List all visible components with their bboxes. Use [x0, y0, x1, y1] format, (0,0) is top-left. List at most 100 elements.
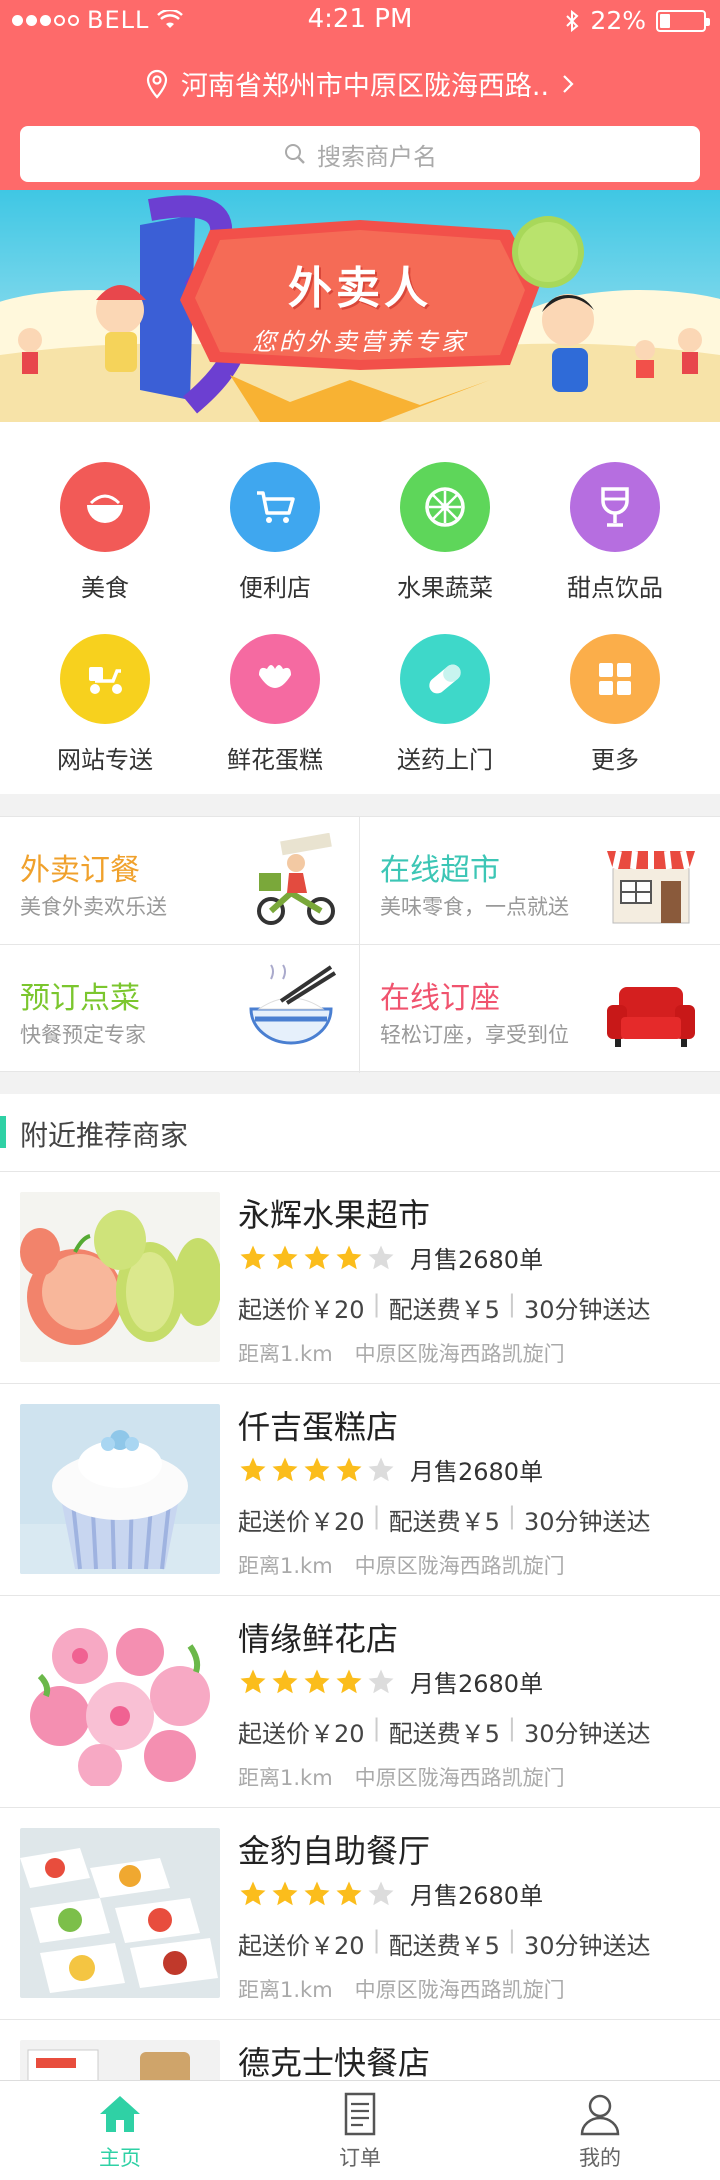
- delivery-time: 30分钟送达: [524, 1932, 651, 1960]
- delivery-time: 30分钟送达: [524, 1296, 651, 1324]
- star-empty-icon: [368, 1245, 394, 1269]
- delivery-fee: 配送费￥5: [388, 1720, 500, 1748]
- battery-level: [660, 13, 671, 28]
- rice-bowl-icon: [249, 964, 337, 1045]
- service-desc: 美味零食，一点就送: [380, 895, 569, 919]
- star-filled-icon: [272, 1457, 298, 1481]
- star-filled-icon: [304, 1669, 330, 1693]
- tab-orders[interactable]: 订单: [240, 2081, 480, 2180]
- delivery-rider-icon: [257, 833, 335, 925]
- category-site-delivery[interactable]: 网站专送: [15, 634, 195, 775]
- shop-name: 德克士快餐店: [238, 2044, 431, 2082]
- star-empty-icon: [368, 1669, 394, 1693]
- fruit-photo: [20, 1192, 220, 1362]
- nearby-section-header: 附近推荐商家: [0, 1094, 720, 1172]
- address: 中原区陇海西路凯旋门: [354, 1554, 565, 1578]
- star-filled-icon: [336, 1669, 362, 1693]
- service-desc: 轻松订座，享受到位: [380, 1023, 569, 1047]
- address: 中原区陇海西路凯旋门: [354, 1766, 565, 1790]
- category-label: 更多: [591, 746, 639, 774]
- delivery-fee: 配送费￥5: [388, 1296, 500, 1324]
- shop-meta: 起送价￥20 | 配送费￥5 | 30分钟送达: [238, 1714, 651, 1748]
- category-label: 送药上门: [397, 746, 493, 774]
- distance: 距离1.km: [238, 1342, 333, 1366]
- star-filled-icon: [336, 1245, 362, 1269]
- service-title: 在线超市: [380, 853, 500, 888]
- search-icon: [285, 144, 305, 164]
- chevron-right-icon: [563, 74, 574, 93]
- tab-label: 订单: [339, 2145, 381, 2170]
- delivery-time: 30分钟送达: [524, 1508, 651, 1536]
- shop-front-icon: [607, 850, 695, 924]
- divider: [0, 944, 720, 945]
- banner-title: 外卖人: [288, 263, 432, 314]
- category-flowers-cakes[interactable]: 鲜花蛋糕: [185, 634, 365, 775]
- search-input[interactable]: 搜索商户名: [20, 126, 700, 182]
- category-medicine-delivery[interactable]: 送药上门: [355, 634, 535, 775]
- rating: 月售2680单: [238, 1452, 543, 1487]
- bluetooth-icon: [566, 9, 579, 32]
- shop-list: 永辉水果超市 月售2680单 起送价￥20 | 配送费￥5 | 30分钟送达 距离1…: [0, 1172, 720, 2180]
- category-convenience-store[interactable]: 便利店: [185, 462, 365, 603]
- bowl-icon: [60, 462, 150, 552]
- tab-label: 我的: [579, 2145, 621, 2170]
- list-item[interactable]: 仟吉蛋糕店 月售2680单 起送价￥20 | 配送费￥5 | 30分钟送达 距离1.…: [0, 1384, 720, 1596]
- star-filled-icon: [240, 1245, 266, 1269]
- category-more[interactable]: 更多: [525, 634, 705, 775]
- wine-glass-icon: [570, 462, 660, 552]
- monthly-sales: 月售2680单: [410, 1670, 544, 1698]
- star-empty-icon: [368, 1881, 394, 1905]
- service-book-seat[interactable]: 在线订座 轻松订座，享受到位: [360, 945, 719, 1072]
- service-online-market[interactable]: 在线超市 美味零食，一点就送: [360, 817, 719, 944]
- shop-name: 金豹自助餐厅: [238, 1832, 431, 1870]
- shop-meta: 起送价￥20 | 配送费￥5 | 30分钟送达: [238, 1926, 651, 1960]
- sofa-icon: [607, 987, 695, 1047]
- location-selector[interactable]: 河南省郑州市中原区陇海西路..: [0, 64, 720, 103]
- battery-percent: 22%: [590, 6, 646, 35]
- min-price: 起送价￥20: [238, 1508, 365, 1536]
- shop-name: 仟吉蛋糕店: [238, 1408, 399, 1446]
- section-accent-bar: [0, 1116, 6, 1148]
- star-filled-icon: [240, 1457, 266, 1481]
- section-title: 附近推荐商家: [20, 1119, 189, 1152]
- star-filled-icon: [272, 1245, 298, 1269]
- shop-meta: 起送价￥20 | 配送费￥5 | 30分钟送达: [238, 1290, 651, 1324]
- star-empty-icon: [368, 1457, 394, 1481]
- star-filled-icon: [240, 1669, 266, 1693]
- service-desc: 美食外卖欢乐送: [20, 895, 167, 919]
- star-filled-icon: [272, 1881, 298, 1905]
- service-takeout-order[interactable]: 外卖订餐 美食外卖欢乐送: [0, 817, 359, 944]
- monthly-sales: 月售2680单: [410, 1246, 544, 1274]
- fruit-icon: [400, 462, 490, 552]
- list-item[interactable]: 金豹自助餐厅 月售2680单 起送价￥20 | 配送费￥5 | 30分钟送达 距离1…: [0, 1808, 720, 2020]
- list-item[interactable]: 情缘鲜花店 月售2680单 起送价￥20 | 配送费￥5 | 30分钟送达 距离1.…: [0, 1596, 720, 1808]
- category-dessert-drinks[interactable]: 甜点饮品: [525, 462, 705, 603]
- star-filled-icon: [336, 1457, 362, 1481]
- address: 中原区陇海西路凯旋门: [354, 1978, 565, 2002]
- category-label: 水果蔬菜: [397, 574, 493, 602]
- category-food[interactable]: 美食: [15, 462, 195, 603]
- bottom-tab-bar: 主页 订单 我的: [0, 2080, 720, 2180]
- order-list-icon: [344, 2092, 376, 2135]
- service-title: 在线订座: [380, 981, 500, 1016]
- tab-home[interactable]: 主页: [0, 2081, 240, 2180]
- list-item[interactable]: 永辉水果超市 月售2680单 起送价￥20 | 配送费￥5 | 30分钟送达 距离1…: [0, 1172, 720, 1384]
- service-reserve-dishes[interactable]: 预订点菜 快餐预定专家: [0, 945, 359, 1072]
- delivery-fee: 配送费￥5: [388, 1508, 500, 1536]
- shop-meta: 起送价￥20 | 配送费￥5 | 30分钟送达: [238, 1502, 651, 1536]
- promo-banner[interactable]: 外卖人 您的外卖营养专家: [0, 190, 720, 422]
- min-price: 起送价￥20: [238, 1296, 365, 1324]
- category-fruit-veg[interactable]: 水果蔬菜: [355, 462, 535, 603]
- star-filled-icon: [336, 1881, 362, 1905]
- star-filled-icon: [272, 1669, 298, 1693]
- grid-icon: [570, 634, 660, 724]
- scooter-icon: [60, 634, 150, 724]
- monthly-sales: 月售2680单: [410, 1458, 544, 1486]
- category-label: 鲜花蛋糕: [227, 746, 323, 774]
- flower-icon: [230, 634, 320, 724]
- tab-profile[interactable]: 我的: [480, 2081, 720, 2180]
- address: 中原区陇海西路凯旋门: [354, 1342, 565, 1366]
- buffet-photo: [20, 1828, 220, 1998]
- distance: 距离1.km: [238, 1978, 333, 2002]
- category-label: 网站专送: [57, 746, 153, 774]
